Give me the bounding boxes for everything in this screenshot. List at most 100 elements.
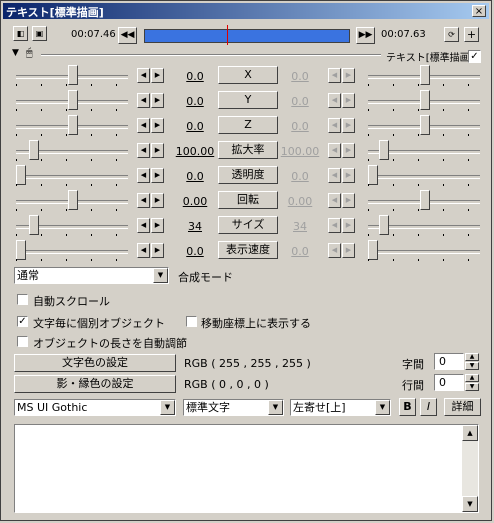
param-label-button[interactable]: 回転 — [218, 191, 278, 209]
param-left-decrement[interactable]: ◀ — [137, 193, 150, 208]
line-spacing-input[interactable]: 0 — [434, 374, 464, 391]
param-slider-thumb-left[interactable] — [29, 140, 39, 160]
param-slider-thumb-right[interactable] — [368, 240, 378, 260]
per-char-checkbox[interactable]: ✓ — [17, 316, 28, 327]
char-spacing-input[interactable]: 0 — [434, 353, 464, 370]
param-slider-thumb-left[interactable] — [68, 115, 78, 135]
param-left-decrement[interactable]: ◀ — [137, 93, 150, 108]
shadow-color-button[interactable]: 影・縁色の設定 — [14, 375, 176, 393]
param-left-increment[interactable]: ▶ — [151, 243, 164, 258]
line-spacing-down[interactable]: ▼ — [465, 383, 479, 391]
align-select[interactable]: 左寄せ[上] ▼ — [290, 399, 391, 416]
param-left-increment[interactable]: ▶ — [151, 68, 164, 83]
param-left-value[interactable]: 0.0 — [173, 120, 217, 133]
scroll-down-icon[interactable]: ▼ — [462, 496, 478, 512]
param-right-value[interactable]: 0.0 — [278, 70, 322, 83]
param-left-increment[interactable]: ▶ — [151, 93, 164, 108]
add-filter-icon[interactable]: + — [464, 27, 479, 42]
param-right-increment[interactable]: ▶ — [342, 193, 355, 208]
param-right-value[interactable]: 0.0 — [278, 170, 322, 183]
loop-icon[interactable]: ⟳ — [444, 27, 459, 42]
param-right-increment[interactable]: ▶ — [342, 218, 355, 233]
param-right-increment[interactable]: ▶ — [342, 68, 355, 83]
chevron-down-icon[interactable]: ▼ — [268, 400, 283, 415]
param-right-increment[interactable]: ▶ — [342, 243, 355, 258]
bold-button[interactable]: B — [399, 398, 416, 416]
scroll-up-icon[interactable]: ▲ — [462, 425, 478, 441]
param-right-value[interactable]: 0.0 — [278, 120, 322, 133]
param-right-decrement[interactable]: ◀ — [328, 118, 341, 133]
param-left-value[interactable]: 0.0 — [173, 245, 217, 258]
auto-length-checkbox[interactable] — [17, 336, 28, 347]
param-left-decrement[interactable]: ◀ — [137, 118, 150, 133]
text-color-button[interactable]: 文字色の設定 — [14, 354, 176, 372]
close-button[interactable]: × — [472, 5, 486, 17]
italic-button[interactable]: I — [420, 398, 437, 416]
char-spacing-up[interactable]: ▲ — [465, 353, 479, 361]
param-right-decrement[interactable]: ◀ — [328, 143, 341, 158]
filter-enable-checkbox[interactable]: ✓ — [468, 50, 481, 63]
param-left-decrement[interactable]: ◀ — [137, 143, 150, 158]
param-slider-thumb-left[interactable] — [29, 215, 39, 235]
param-left-decrement[interactable]: ◀ — [137, 218, 150, 233]
param-right-decrement[interactable]: ◀ — [328, 168, 341, 183]
param-label-button[interactable]: 透明度 — [218, 166, 278, 184]
clip-icon[interactable]: ▣ — [32, 26, 47, 41]
param-right-value[interactable]: 0.0 — [278, 95, 322, 108]
style-select[interactable]: 標準文字 ▼ — [183, 399, 284, 416]
param-slider-thumb-right[interactable] — [420, 90, 430, 110]
line-spacing-up[interactable]: ▲ — [465, 374, 479, 382]
timeline-cursor[interactable] — [227, 25, 228, 45]
param-slider-thumb-right[interactable] — [420, 65, 430, 85]
collapse-icon[interactable]: ▼ — [12, 48, 19, 58]
param-left-value[interactable]: 0.0 — [173, 95, 217, 108]
title-bar[interactable]: テキスト[標準描画] × — [3, 3, 489, 19]
param-slider-thumb-left[interactable] — [68, 90, 78, 110]
camera-icon[interactable]: ◧ — [13, 26, 28, 41]
param-left-increment[interactable]: ▶ — [151, 118, 164, 133]
param-right-decrement[interactable]: ◀ — [328, 193, 341, 208]
param-right-increment[interactable]: ▶ — [342, 143, 355, 158]
char-spacing-down[interactable]: ▼ — [465, 362, 479, 370]
param-left-decrement[interactable]: ◀ — [137, 168, 150, 183]
timeline-bar[interactable] — [144, 29, 350, 43]
param-slider-track-left[interactable] — [16, 175, 128, 179]
param-slider-thumb-left[interactable] — [16, 240, 26, 260]
param-left-value[interactable]: 0.00 — [173, 195, 217, 208]
param-slider-thumb-left[interactable] — [16, 165, 26, 185]
param-left-value[interactable]: 100.00 — [173, 145, 217, 158]
param-left-decrement[interactable]: ◀ — [137, 68, 150, 83]
param-slider-track-left[interactable] — [16, 250, 128, 254]
skip-forward-button[interactable]: ▶▶ — [356, 27, 375, 44]
param-label-button[interactable]: 拡大率 — [218, 141, 278, 159]
param-label-button[interactable]: X — [218, 66, 278, 84]
auto-scroll-checkbox[interactable] — [17, 294, 28, 305]
param-left-value[interactable]: 0.0 — [173, 170, 217, 183]
param-right-value[interactable]: 0.00 — [278, 195, 322, 208]
param-right-increment[interactable]: ▶ — [342, 168, 355, 183]
chevron-down-icon[interactable]: ▼ — [160, 400, 175, 415]
param-right-value[interactable]: 34 — [278, 220, 322, 233]
chevron-down-icon[interactable]: ▼ — [153, 268, 168, 283]
param-label-button[interactable]: Z — [218, 116, 278, 134]
param-slider-track-right[interactable] — [368, 175, 480, 179]
param-left-value[interactable]: 34 — [173, 220, 217, 233]
chevron-down-icon[interactable]: ▼ — [375, 400, 390, 415]
blend-mode-select[interactable]: 通常 ▼ — [14, 267, 169, 284]
text-vertical-scrollbar[interactable]: ▲ ▼ — [462, 425, 478, 512]
param-right-value[interactable]: 0.0 — [278, 245, 322, 258]
param-left-increment[interactable]: ▶ — [151, 143, 164, 158]
param-slider-thumb-right[interactable] — [420, 115, 430, 135]
param-right-decrement[interactable]: ◀ — [328, 243, 341, 258]
param-slider-thumb-left[interactable] — [68, 190, 78, 210]
param-left-increment[interactable]: ▶ — [151, 168, 164, 183]
param-slider-thumb-right[interactable] — [379, 140, 389, 160]
param-right-value[interactable]: 100.00 — [278, 145, 322, 158]
param-slider-thumb-right[interactable] — [368, 165, 378, 185]
param-slider-track-right[interactable] — [368, 250, 480, 254]
param-right-decrement[interactable]: ◀ — [328, 68, 341, 83]
show-on-path-checkbox[interactable] — [186, 316, 197, 327]
param-right-decrement[interactable]: ◀ — [328, 93, 341, 108]
param-left-increment[interactable]: ▶ — [151, 193, 164, 208]
param-right-increment[interactable]: ▶ — [342, 118, 355, 133]
